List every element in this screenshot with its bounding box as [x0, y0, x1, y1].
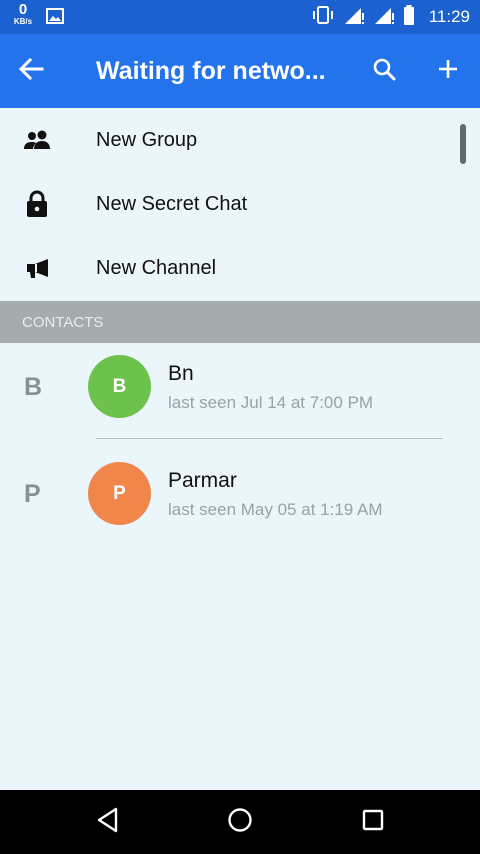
nav-back-button[interactable]	[92, 806, 124, 838]
section-letter: B	[24, 373, 43, 401]
back-triangle-icon	[96, 807, 120, 838]
avatar-initial: B	[112, 375, 127, 397]
menu-item-new-channel[interactable]: New Channel	[0, 236, 480, 300]
add-button[interactable]	[430, 55, 466, 87]
gallery-icon	[46, 8, 64, 29]
menu-item-label: New Secret Chat	[96, 192, 248, 215]
avatar: B	[88, 355, 151, 418]
group-icon	[22, 125, 52, 155]
network-speed: 0 KB/s	[10, 2, 36, 26]
divider	[96, 438, 443, 439]
app-bar: Waiting for netwo...	[0, 34, 480, 108]
plus-icon	[438, 59, 458, 84]
contact-name: Parmar	[168, 469, 237, 492]
section-letter: P	[24, 480, 41, 508]
contact-row-parmar[interactable]: P P Parmar last seen May 05 at 1:19 AM	[0, 450, 480, 542]
page-title: Waiting for netwo...	[96, 57, 326, 85]
scrollbar[interactable]	[460, 124, 466, 164]
nav-recents-button[interactable]	[357, 806, 389, 838]
home-circle-icon	[227, 807, 253, 838]
system-nav-bar	[0, 790, 480, 854]
arrow-left-icon	[18, 57, 44, 85]
avatar: P	[88, 462, 151, 525]
signal-icon	[373, 5, 395, 30]
recents-square-icon	[361, 808, 385, 837]
lock-icon	[22, 189, 52, 219]
vibrate-icon	[311, 5, 335, 29]
battery-icon	[403, 4, 415, 30]
back-button[interactable]	[18, 55, 58, 87]
section-label: CONTACTS	[22, 314, 104, 331]
menu-item-new-secret-chat[interactable]: New Secret Chat	[0, 172, 480, 236]
search-button[interactable]	[366, 55, 402, 87]
contact-last-seen: last seen Jul 14 at 7:00 PM	[168, 393, 374, 412]
status-bar: 0 KB/s 11:29	[0, 0, 480, 34]
contact-name: Bn	[168, 362, 194, 385]
menu-item-new-group[interactable]: New Group	[0, 108, 480, 172]
avatar-initial: P	[113, 482, 126, 504]
clock: 11:29	[428, 7, 470, 26]
search-icon	[372, 57, 396, 86]
signal-icon	[343, 5, 365, 30]
contacts-section-header: CONTACTS	[0, 301, 480, 343]
contact-last-seen: last seen May 05 at 1:19 AM	[168, 500, 383, 519]
nav-home-button[interactable]	[224, 806, 256, 838]
megaphone-icon	[22, 253, 52, 283]
network-speed-unit: KB/s	[13, 17, 33, 26]
network-speed-value: 0	[18, 1, 28, 18]
menu-item-label: New Channel	[96, 256, 217, 279]
menu-item-label: New Group	[96, 128, 198, 151]
contact-row-bn[interactable]: B B Bn last seen Jul 14 at 7:00 PM	[0, 343, 480, 435]
status-icons: 11:29	[311, 0, 470, 34]
